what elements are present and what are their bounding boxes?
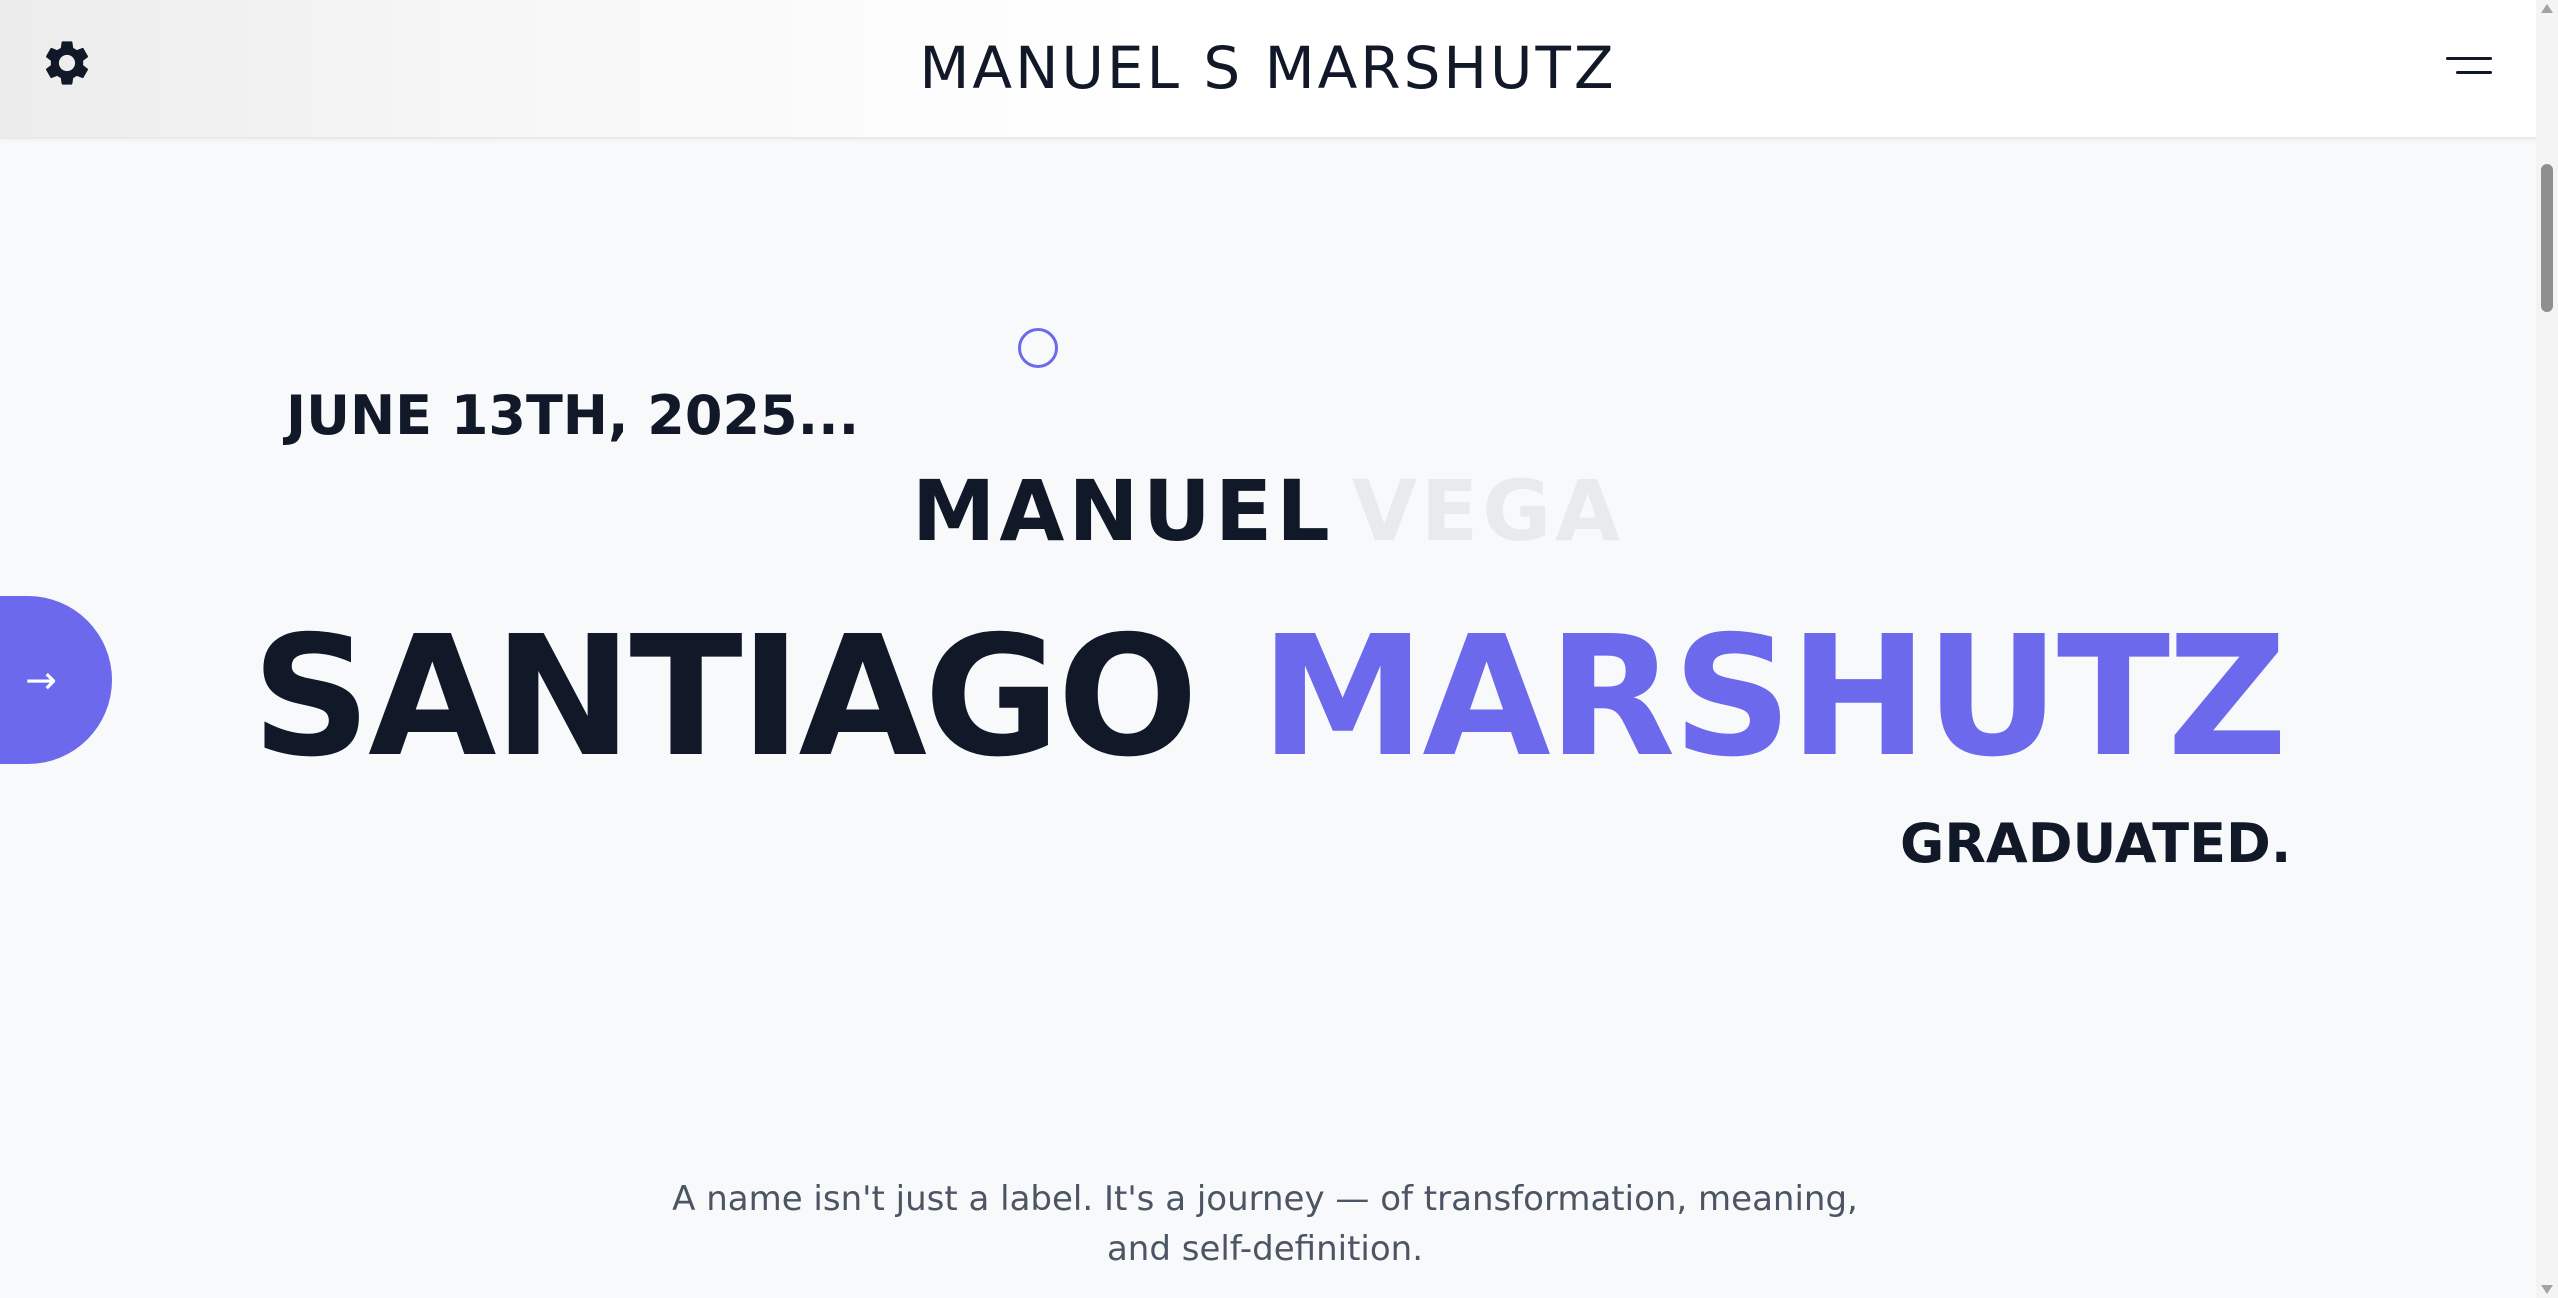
middle-name: SANTIAGO <box>251 601 1199 794</box>
scroll-down-icon[interactable] <box>2541 1285 2553 1294</box>
scrollbar-thumb[interactable] <box>2541 164 2553 312</box>
menu-button[interactable] <box>2442 50 2492 84</box>
last-name: MARSHUTZ <box>1260 601 2287 794</box>
decorative-circle-icon <box>1018 328 1058 368</box>
page-scrollbar[interactable] <box>2536 0 2558 1298</box>
first-name-row: MANUEL VEGA <box>0 462 2536 560</box>
full-name-heading: SANTIAGO MARSHUTZ <box>0 608 2536 788</box>
scroll-up-icon[interactable] <box>2541 4 2553 13</box>
faded-old-surname: VEGA <box>1351 462 1625 560</box>
hamburger-menu-icon <box>2446 57 2492 60</box>
hero-date: JUNE 13TH, 2025... <box>286 384 860 447</box>
graduated-label: GRADUATED. <box>1900 812 2292 875</box>
site-header: MANUEL S MARSHUTZ <box>0 0 2536 139</box>
first-name: MANUEL <box>911 462 1334 560</box>
intro-tagline: A name isn't just a label. It's a journe… <box>672 1179 1858 1269</box>
right-arrow-icon: → <box>25 658 57 702</box>
hamburger-menu-icon-line <box>2456 71 2492 74</box>
site-title[interactable]: MANUEL S MARSHUTZ <box>0 30 2536 106</box>
